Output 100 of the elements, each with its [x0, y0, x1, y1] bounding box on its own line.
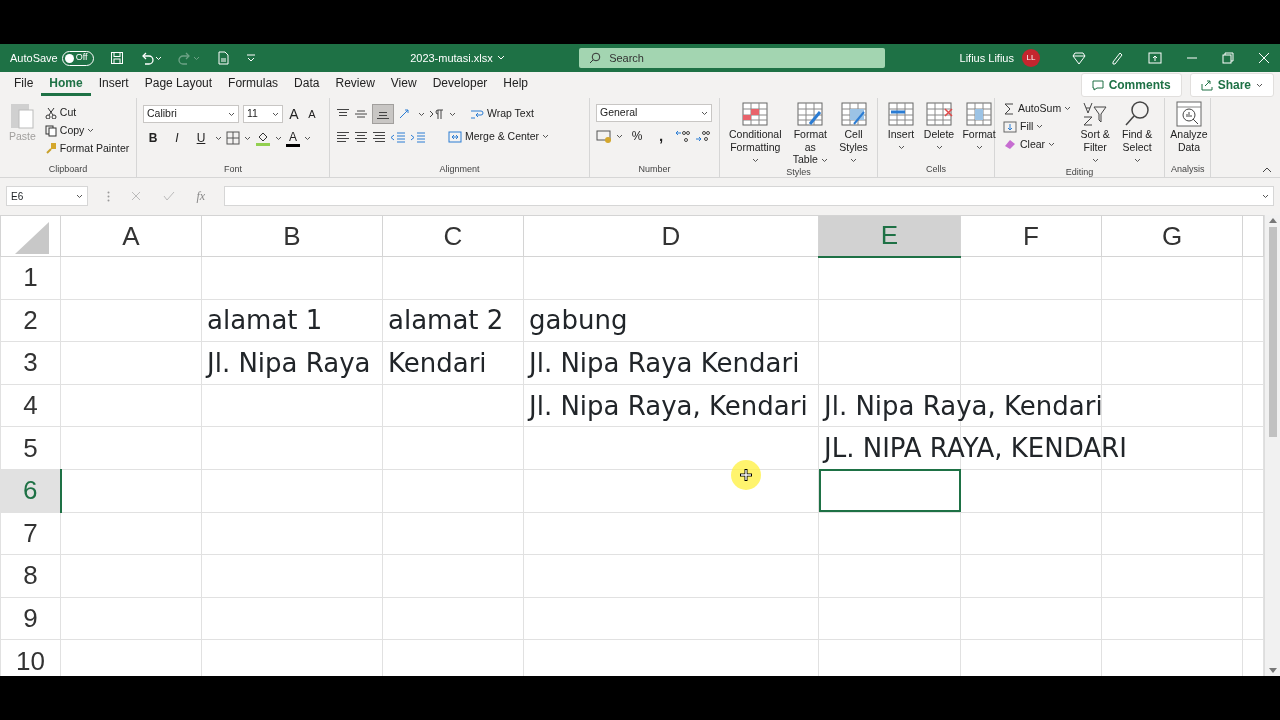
ribbon-tab[interactable]: Help [495, 74, 536, 96]
select-all-corner[interactable] [0, 215, 61, 257]
display-icon [1148, 51, 1162, 65]
search-field[interactable]: Search [579, 48, 886, 68]
row-header[interactable]: 9 [0, 597, 61, 640]
align-bottom-button[interactable] [372, 104, 394, 124]
analyze-data-button[interactable]: Analyze Data [1171, 100, 1207, 163]
pen-icon [1110, 51, 1124, 65]
format-painter-button[interactable]: Format Painter [42, 139, 132, 158]
column-header[interactable]: C [382, 215, 524, 257]
column-header[interactable]: G [1101, 215, 1243, 257]
group-label: Clipboard [47, 163, 89, 176]
row-header[interactable]: 3 [0, 341, 61, 385]
formula-input[interactable] [224, 186, 1274, 206]
caret-icon [1064, 106, 1072, 112]
column-header[interactable]: A [60, 215, 202, 257]
font-color-button[interactable]: A [286, 129, 300, 147]
ribbon-tab[interactable]: Review [327, 74, 383, 96]
cut-button[interactable]: Cut [42, 104, 132, 122]
delete-button[interactable]: Delete [922, 100, 956, 163]
number-format-dropdown[interactable]: General [596, 104, 712, 122]
active-cell[interactable] [818, 469, 961, 513]
row-header[interactable]: 8 [0, 554, 61, 598]
ribbon-tab[interactable]: Page Layout [136, 74, 221, 96]
row-header[interactable]: 1 [0, 256, 61, 300]
italic-button[interactable]: I [167, 128, 187, 148]
autosave-label: AutoSave [10, 50, 58, 66]
ribbon-tab[interactable]: View [382, 74, 425, 96]
ribbon-tab[interactable]: File [6, 74, 42, 96]
underline-button[interactable]: U [191, 128, 211, 148]
font-size-dropdown[interactable]: 11 [243, 105, 283, 123]
row-header[interactable]: 10 [0, 639, 61, 676]
align-left-icon [336, 130, 350, 143]
merge-center-button[interactable]: Merge & Center [446, 128, 552, 146]
ribbon-tab[interactable]: Insert [90, 74, 137, 96]
align-middle-icon [354, 108, 368, 120]
file-name[interactable]: 2023-mutasi.xlsx [410, 49, 493, 67]
wrap-icon [470, 108, 484, 120]
cell-styles-button[interactable]: Cell Styles [836, 100, 871, 166]
copy-button[interactable]: Copy [42, 121, 132, 140]
find-select-button[interactable]: Find & Select [1117, 100, 1158, 166]
column-header[interactable]: E [818, 215, 961, 257]
group-label: Styles [785, 165, 812, 179]
sort-filter-button[interactable]: Sort & Filter [1077, 100, 1114, 166]
comment-icon [1091, 79, 1104, 91]
share-button[interactable]: Share [1189, 73, 1274, 97]
grow-font-button[interactable]: A [287, 104, 301, 124]
avatar[interactable]: LL [1022, 49, 1040, 67]
format-as-table-button[interactable]: Format as Table [788, 100, 833, 166]
wrap-text-button[interactable]: Wrap Text [468, 105, 536, 123]
caret-icon [76, 193, 83, 199]
caret-icon [304, 135, 311, 141]
collapse-ribbon-icon [1262, 167, 1272, 173]
close-icon [1258, 52, 1270, 64]
increase-decimal-icon [675, 129, 691, 143]
name-box[interactable]: E6 [6, 186, 88, 206]
row-header[interactable]: 2 [0, 299, 61, 342]
cell-styles-icon [839, 100, 868, 128]
font-name-dropdown[interactable]: Calibri [143, 105, 239, 123]
caret-icon [935, 145, 943, 151]
ribbon-tab[interactable]: Home [41, 74, 91, 96]
brush-icon [44, 142, 57, 155]
restore-icon [1222, 52, 1234, 64]
column-header[interactable]: F [960, 215, 1102, 257]
cursor-icon [740, 469, 752, 481]
caret-icon [850, 157, 857, 163]
conditional-formatting-button[interactable]: Conditional Formatting [726, 100, 785, 166]
fill-button[interactable]: Fill [1001, 117, 1074, 136]
column-header[interactable]: D [523, 215, 819, 257]
comma-button[interactable]: , [651, 126, 671, 146]
shrink-font-button[interactable]: A [305, 104, 319, 124]
row-header[interactable]: 5 [0, 426, 61, 470]
insert-cells-icon [887, 100, 915, 128]
row-header[interactable]: 6 [0, 469, 61, 513]
row-header[interactable]: 7 [0, 512, 61, 555]
align-center-icon [354, 130, 368, 143]
ribbon-tab[interactable]: Developer [424, 74, 496, 96]
ribbon-tab[interactable]: Formulas [220, 74, 287, 96]
caret-icon [275, 135, 282, 141]
scrollbar-thumb[interactable] [1268, 227, 1277, 437]
search-icon [589, 52, 602, 64]
clear-button[interactable]: Clear [1001, 135, 1074, 154]
caret-icon [751, 157, 759, 163]
ribbon-tab[interactable]: Data [286, 74, 328, 96]
cell-text: Jl. Nipa Raya, Kendari [824, 390, 1103, 421]
percent-button[interactable]: % [627, 126, 647, 146]
format-button[interactable]: Format [960, 100, 998, 163]
bold-button[interactable]: B [143, 128, 163, 148]
caret-icon [496, 55, 505, 61]
comments-button[interactable]: Comments [1080, 73, 1182, 97]
caret-icon [1262, 193, 1269, 199]
cell-text: Kendari [388, 348, 487, 378]
format-cells-icon [965, 100, 993, 128]
customize-icon [245, 53, 256, 63]
caret-icon [215, 135, 222, 141]
caret-icon [449, 111, 456, 117]
autosum-button[interactable]: AutoSum [1001, 100, 1074, 118]
insert-button[interactable]: Insert [884, 100, 918, 163]
row-header[interactable]: 4 [0, 384, 61, 427]
column-header[interactable]: B [201, 215, 383, 257]
